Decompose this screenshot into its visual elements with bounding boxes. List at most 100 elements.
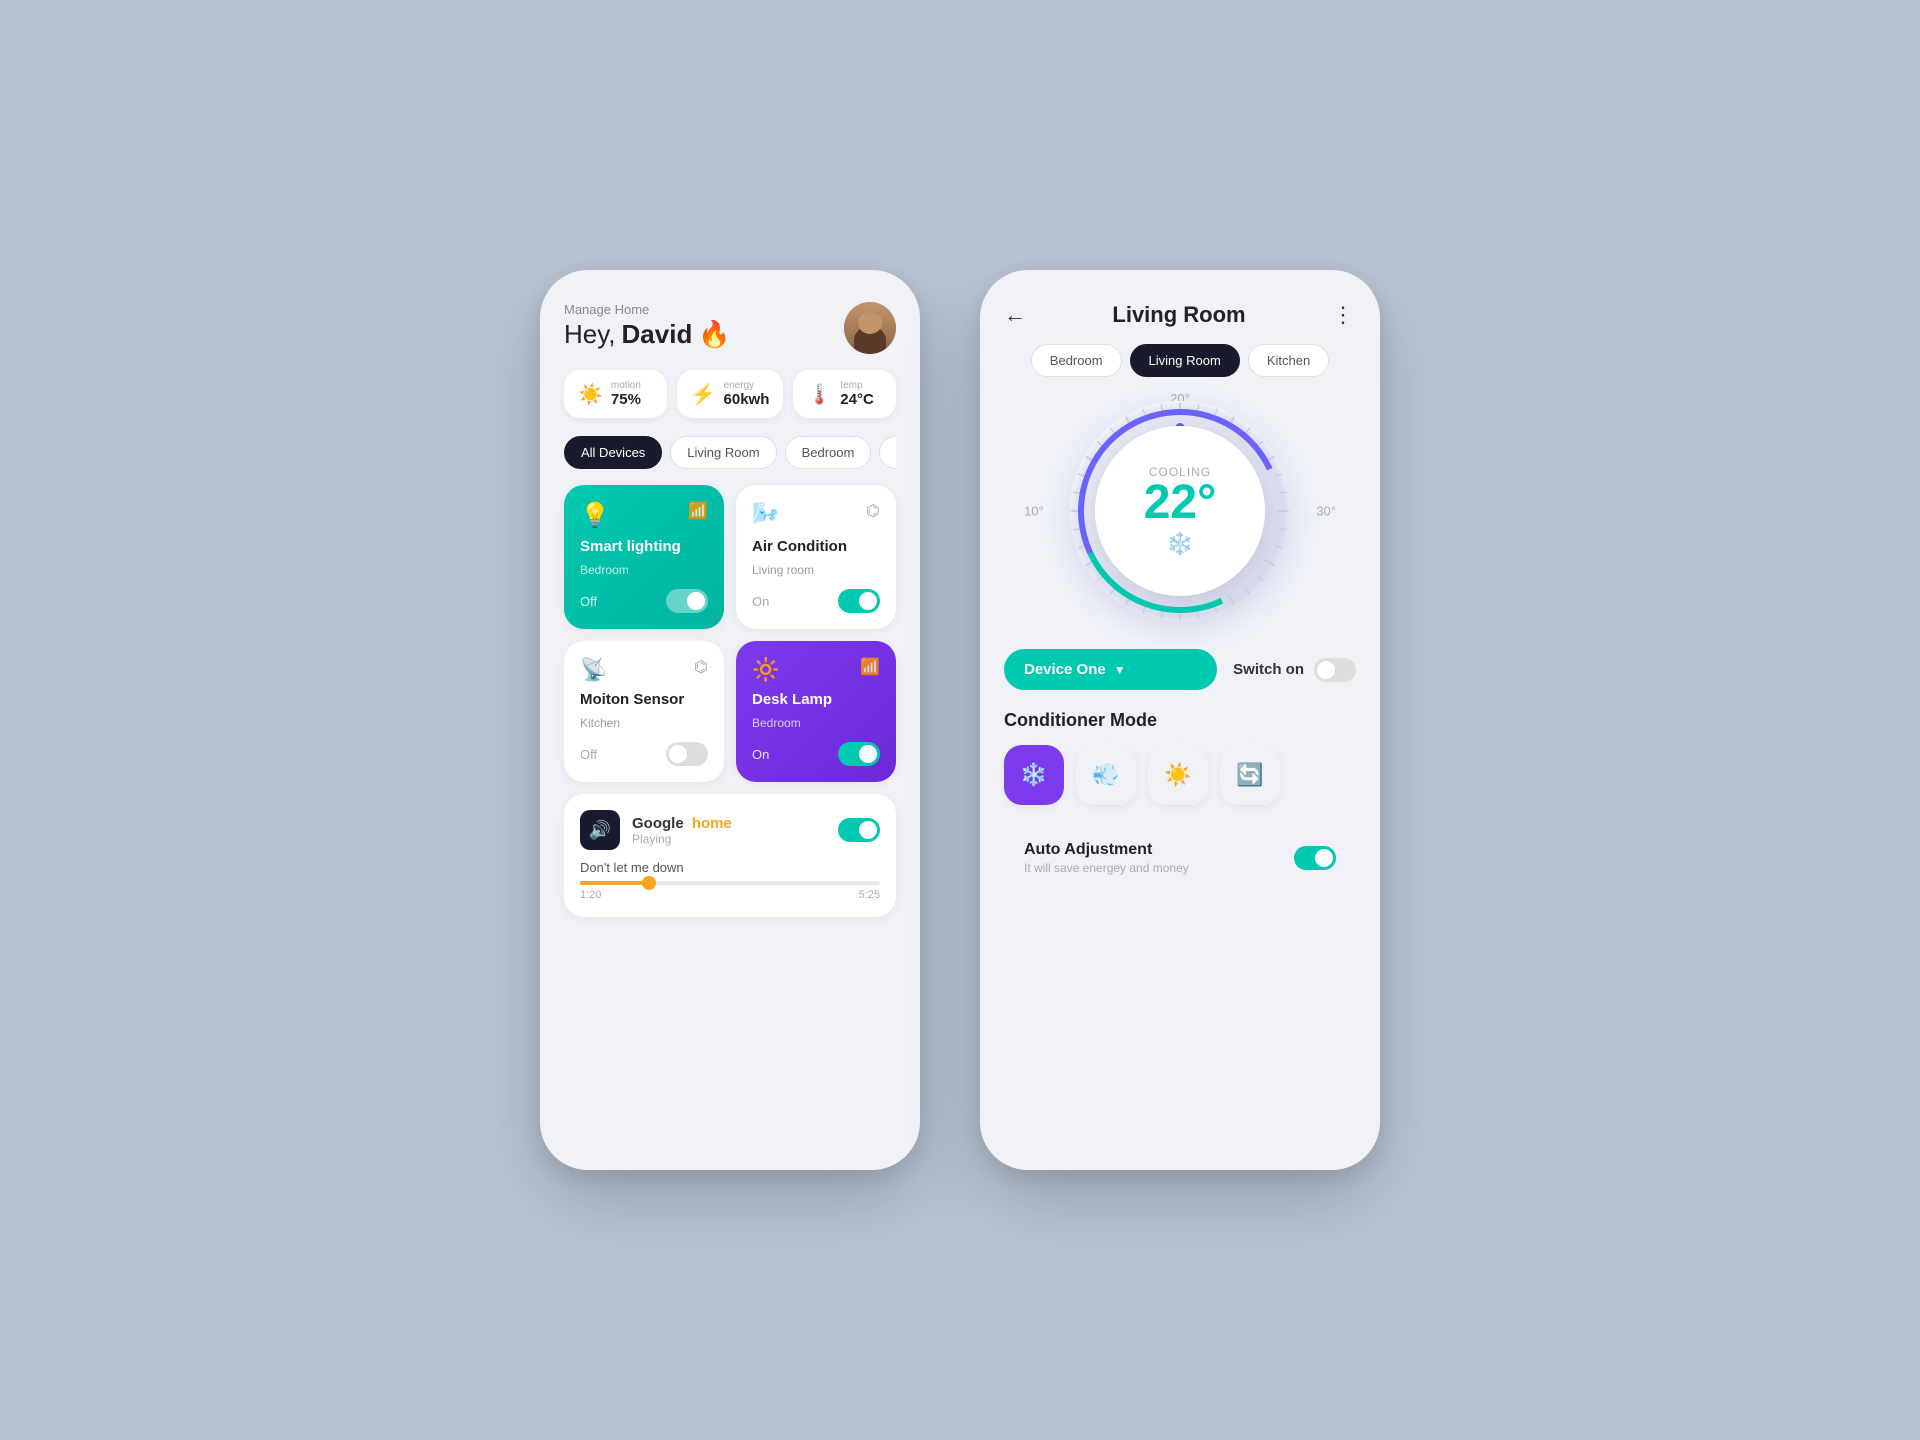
google-playing: Playing [632,832,732,846]
google-home-label: home [692,815,732,832]
switch-on-row: Switch on [1233,658,1356,682]
air-condition-toggle[interactable] [838,589,880,613]
mode-auto-button[interactable]: 🔄 [1220,745,1280,805]
air-condition-name: Air Condition [752,538,880,555]
progress-bar[interactable] [580,881,880,885]
motion-icon: ☀️ [578,382,603,407]
right-phone: ← Living Room ⋮ Bedroom Living Room Kitc… [980,270,1380,1170]
google-home-name: Google home [632,815,732,832]
auto-adjust-subtitle: It will save energey and money [1024,861,1189,875]
conditioner-section: Conditioner Mode ❄️ 💨 ☀️ 🔄 [1004,710,1356,805]
smart-lighting-status: Off [580,594,597,609]
tab-kitchen[interactable]: K... [879,436,896,469]
smart-lighting-toggle[interactable] [666,589,708,613]
back-button[interactable]: ← [1004,302,1026,328]
freeze-icon: ❄️ [1020,762,1047,788]
air-condition-status: On [752,594,769,609]
smart-lighting-room: Bedroom [580,563,708,577]
google-home-card: 🔊 Google home Playing Don't let me down [564,794,896,917]
user-name: David [622,319,693,350]
device-grid: 💡 📶 Smart lighting Bedroom Off 🌬️ ⌬ Air … [564,485,896,782]
snowflake-icon: ❄️ [1166,531,1193,557]
filter-tabs: All Devices Living Room Bedroom K... [564,436,896,469]
sensor-icon: 📡 [580,657,607,683]
tab-living-room[interactable]: Living Room [1130,344,1240,377]
greeting-emoji: 🔥 [698,319,730,350]
auto-adjust-card: Auto Adjustment It will save energey and… [1004,825,1356,891]
device-air-condition: 🌬️ ⌬ Air Condition Living room On [736,485,896,629]
auto-adjust-toggle[interactable] [1294,846,1336,870]
device-one-label: Device One [1024,661,1106,678]
wifi-icon: 📶 [688,501,708,521]
mode-sun-button[interactable]: ☀️ [1148,745,1208,805]
tab-bedroom[interactable]: Bedroom [785,436,872,469]
energy-value: 60kwh [724,391,770,408]
device-smart-lighting: 💡 📶 Smart lighting Bedroom Off [564,485,724,629]
sun-icon: ☀️ [1164,762,1191,788]
stat-temp: 🌡️ temp 24°C [793,370,896,418]
switch-on-toggle[interactable] [1314,658,1356,682]
lamp-icon: 🔆 [752,657,779,683]
device-motion-sensor: 📡 ⌬ Moiton Sensor Kitchen Off [564,641,724,782]
smart-lighting-name: Smart lighting [580,538,708,555]
stat-energy: ⚡ energy 60kwh [677,370,784,418]
google-home-toggle[interactable] [838,818,880,842]
air-condition-room: Living room [752,563,880,577]
auto-adjust-title: Auto Adjustment [1024,841,1189,859]
more-options-button[interactable]: ⋮ [1332,302,1356,328]
tab-all-devices[interactable]: All Devices [564,436,662,469]
desk-lamp-toggle[interactable] [838,742,880,766]
thermostat-dial[interactable]: // Will be drawn by JS below COOLING 22°… [1070,401,1290,621]
temp-label: temp [840,380,874,391]
time-start: 1:20 [580,889,601,901]
bluetooth-icon2: ⌬ [694,657,708,677]
temp-left-label: 10° [1024,504,1044,519]
motion-sensor-toggle[interactable] [666,742,708,766]
song-title: Don't let me down [580,860,880,875]
room-tabs: Bedroom Living Room Kitchen [1004,344,1356,377]
thermostat-section: 20° 10° 30° // Will be drawn by JS below… [1004,401,1356,621]
wifi-icon2: 📶 [860,657,880,677]
motion-sensor-room: Kitchen [580,716,708,730]
temp-right-label: 30° [1316,504,1336,519]
smart-lighting-icon: 💡 [580,501,610,530]
left-phone: Manage Home Hey, David 🔥 ☀️ motion 75% ⚡… [540,270,920,1170]
room-title: Living Room [1112,302,1245,328]
mode-fan-button[interactable]: 💨 [1076,745,1136,805]
right-header: ← Living Room ⋮ [1004,302,1356,328]
auto-adjust-info: Auto Adjustment It will save energey and… [1024,841,1189,875]
motion-sensor-status: Off [580,747,597,762]
progress-fill [580,881,649,885]
energy-label: energy [724,380,770,391]
desk-lamp-status: On [752,747,769,762]
energy-icon: ⚡ [691,382,716,407]
motion-value: 75% [611,391,641,408]
stats-row: ☀️ motion 75% ⚡ energy 60kwh 🌡️ temp 24°… [564,370,896,418]
ac-icon: 🌬️ [752,501,779,527]
bluetooth-icon: ⌬ [866,501,880,521]
google-brand: Google [632,815,684,832]
motion-label: motion [611,380,641,391]
avatar [844,302,896,354]
tab-kitchen[interactable]: Kitchen [1248,344,1329,377]
desk-lamp-name: Desk Lamp [752,691,880,708]
device-one-button[interactable]: Device One ▼ [1004,649,1217,690]
time-end: 5:25 [859,889,880,901]
temp-icon: 🌡️ [807,382,832,407]
mode-freeze-button[interactable]: ❄️ [1004,745,1064,805]
device-desk-lamp: 🔆 📶 Desk Lamp Bedroom On [736,641,896,782]
fan-icon: 💨 [1092,762,1119,788]
auto-icon: 🔄 [1236,762,1263,788]
google-home-icon: 🔊 [580,810,620,850]
temp-value: 24°C [840,391,874,408]
conditioner-mode-title: Conditioner Mode [1004,710,1356,731]
switch-on-label: Switch on [1233,661,1304,678]
motion-sensor-name: Moiton Sensor [580,691,708,708]
greeting-text: Hey, [564,319,616,350]
device-selector-row: Device One ▼ Switch on [1004,649,1356,690]
progress-thumb[interactable] [642,876,656,890]
tab-bedroom[interactable]: Bedroom [1031,344,1122,377]
tab-living-room[interactable]: Living Room [670,436,776,469]
chevron-down-icon: ▼ [1114,663,1126,677]
thermostat-inner: COOLING 22° ❄️ [1095,426,1265,596]
